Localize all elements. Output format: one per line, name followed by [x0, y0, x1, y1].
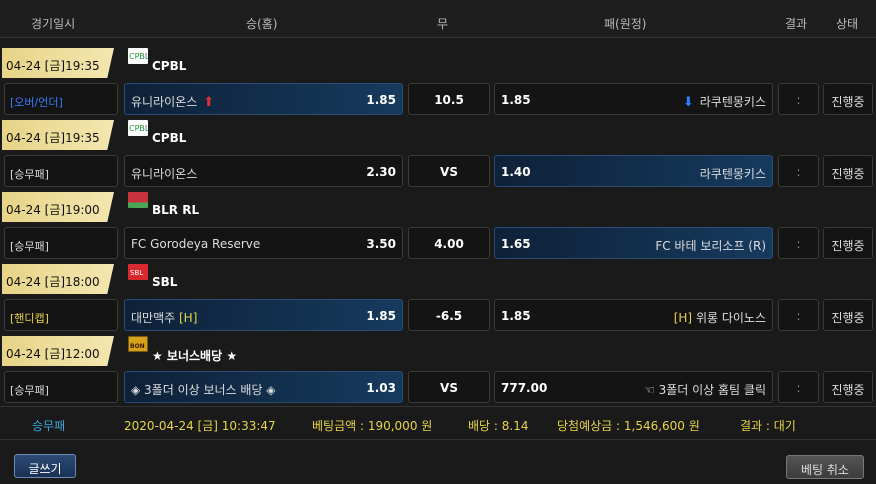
summary-result: 결과 : 대기: [740, 419, 796, 433]
header-draw: 무: [437, 17, 449, 31]
svg-text:BON: BON: [130, 343, 145, 350]
league-logo-icon: CPBL: [128, 48, 150, 64]
game-group: 04-24 [금]19:35 CPBL CPBL [오버/언더] 유니라이온스 ⬆…: [0, 44, 876, 116]
away-odds: 1.85: [501, 93, 531, 107]
summary-bet-amount: 베팅금액 : 190,000 원: [312, 419, 433, 433]
away-odds-button[interactable]: 1.85 ⬇ 라쿠텐몽키스: [494, 83, 773, 115]
game-date: 04-24 [금]19:35: [2, 48, 114, 78]
bet-summary: 승무패 2020-04-24 [금] 10:33:47 베팅금액 : 190,0…: [0, 406, 876, 440]
home-team: FC Gorodeya Reserve: [131, 237, 261, 251]
status-badge: 진행중: [823, 155, 873, 187]
draw-odds-button[interactable]: VS: [408, 155, 490, 187]
status-badge: 진행중: [823, 299, 873, 331]
home-odds-button[interactable]: 대만맥주 [H] 1.85: [124, 299, 403, 331]
bet-type: [승무패]: [4, 155, 118, 187]
home-odds: 1.03: [366, 381, 396, 395]
away-odds-button[interactable]: 1.40 라쿠텐몽키스: [494, 155, 773, 187]
result: :: [778, 155, 819, 187]
summary-expected: 당첨예상금 : 1,546,600 원: [557, 419, 700, 433]
draw-odds-button[interactable]: 10.5: [408, 83, 490, 115]
bet-row: [승무패] ◈ 3폴더 이상 보너스 배당 ◈ 1.03 VS 777.00 ☜…: [0, 368, 876, 404]
home-odds-button[interactable]: ◈ 3폴더 이상 보너스 배당 ◈ 1.03: [124, 371, 403, 403]
svg-text:CPBL: CPBL: [129, 52, 148, 61]
away-odds: 1.40: [501, 165, 531, 179]
result: :: [778, 83, 819, 115]
draw-odds-button[interactable]: 4.00: [408, 227, 490, 259]
status-badge: 진행중: [823, 227, 873, 259]
bet-row: [승무패] FC Gorodeya Reserve 3.50 4.00 1.65…: [0, 224, 876, 260]
handicap-mark: [H]: [179, 311, 198, 325]
game-group: 04-24 [금]19:00 BLR RL [승무패] FC Gorodeya …: [0, 188, 876, 260]
status-badge: 진행중: [823, 83, 873, 115]
header-home: 승(홈): [246, 17, 278, 31]
header-result: 결과: [785, 17, 808, 31]
league-name: ★ 보너스배당 ★: [152, 349, 238, 363]
home-team: 대만맥주: [131, 311, 176, 325]
cancel-bet-button[interactable]: 베팅 취소: [786, 455, 864, 479]
game-date: 04-24 [금]12:00: [2, 336, 114, 366]
away-team: 위롱 다이노스: [695, 311, 766, 325]
home-odds-button[interactable]: FC Gorodeya Reserve 3.50: [124, 227, 403, 259]
home-team: 유니라이온스: [131, 95, 198, 109]
game-group: 04-24 [금]19:35 CPBL CPBL [승무패] 유니라이온스 2.…: [0, 116, 876, 188]
result: :: [778, 227, 819, 259]
home-odds: 1.85: [366, 93, 396, 107]
status-badge: 진행중: [823, 371, 873, 403]
game-date: 04-24 [금]19:00: [2, 192, 114, 222]
away-team: FC 바테 보리소프 (R): [655, 239, 766, 253]
home-odds: 3.50: [366, 237, 396, 251]
away-team: 라쿠텐몽키스: [699, 95, 766, 109]
draw-odds-button[interactable]: VS: [408, 371, 490, 403]
league-logo-icon: SBL: [128, 264, 148, 280]
away-odds: 1.65: [501, 237, 531, 251]
league-name: CPBL: [152, 59, 187, 73]
away-odds-button[interactable]: 777.00 ☜ 3폴더 이상 홈팀 클릭: [494, 371, 773, 403]
svg-text:SBL: SBL: [130, 269, 143, 277]
away-odds: 1.85: [501, 309, 531, 323]
home-team: 유니라이온스: [131, 167, 198, 181]
league-logo-icon: CPBL: [128, 120, 150, 136]
summary-datetime: 2020-04-24 [금] 10:33:47: [124, 419, 276, 433]
draw-odds-button[interactable]: -6.5: [408, 299, 490, 331]
game-date: 04-24 [금]18:00: [2, 264, 114, 294]
bet-row: [핸디캡] 대만맥주 [H] 1.85 -6.5 1.85 [H] 위롱 다이노…: [0, 296, 876, 332]
bet-type: [오버/언더]: [4, 83, 118, 115]
bet-row: [승무패] 유니라이온스 2.30 VS 1.40 라쿠텐몽키스 : 진행중: [0, 152, 876, 188]
home-odds-button[interactable]: 유니라이온스 2.30: [124, 155, 403, 187]
game-group: 04-24 [금]12:00 BON ★ 보너스배당 ★ [승무패] ◈ 3폴더…: [0, 332, 876, 404]
game-date: 04-24 [금]19:35: [2, 120, 114, 150]
arrow-down-icon: ⬇: [682, 95, 694, 110]
header-date: 경기일시: [31, 17, 76, 31]
table-header: 경기일시 승(홈) 무 패(원정) 결과 상태: [0, 0, 876, 38]
summary-odds: 배당 : 8.14: [468, 419, 529, 433]
away-odds: 777.00: [501, 381, 548, 395]
home-team: ◈ 3폴더 이상 보너스 배당 ◈: [131, 383, 276, 397]
away-team: 라쿠텐몽키스: [699, 167, 766, 181]
summary-type: 승무패: [32, 419, 66, 433]
home-odds: 2.30: [366, 165, 396, 179]
arrow-up-icon: ⬆: [203, 95, 215, 110]
bet-type: [핸디캡]: [4, 299, 118, 331]
league-name: SBL: [152, 275, 178, 289]
belarus-flag-icon: [128, 192, 148, 208]
result: :: [778, 371, 819, 403]
header-away: 패(원정): [604, 17, 647, 31]
result: :: [778, 299, 819, 331]
header-status: 상태: [836, 17, 859, 31]
league-name: BLR RL: [152, 203, 200, 217]
svg-text:CPBL: CPBL: [129, 124, 148, 133]
home-odds: 1.85: [366, 309, 396, 323]
bonus-logo-icon: BON: [128, 336, 148, 352]
write-button[interactable]: 글쓰기: [14, 454, 76, 478]
away-odds-button[interactable]: 1.65 FC 바테 보리소프 (R): [494, 227, 773, 259]
handicap-mark: [H]: [673, 311, 693, 325]
game-group: 04-24 [금]18:00 SBL SBL [핸디캡] 대만맥주 [H] 1.…: [0, 260, 876, 332]
bet-type: [승무패]: [4, 371, 118, 403]
home-odds-button[interactable]: 유니라이온스 ⬆ 1.85: [124, 83, 403, 115]
away-odds-button[interactable]: 1.85 [H] 위롱 다이노스: [494, 299, 773, 331]
away-team: ☜ 3폴더 이상 홈팀 클릭: [644, 383, 766, 397]
bet-row: [오버/언더] 유니라이온스 ⬆ 1.85 10.5 1.85 ⬇ 라쿠텐몽키스 :…: [0, 80, 876, 116]
league-name: CPBL: [152, 131, 187, 145]
bet-type: [승무패]: [4, 227, 118, 259]
